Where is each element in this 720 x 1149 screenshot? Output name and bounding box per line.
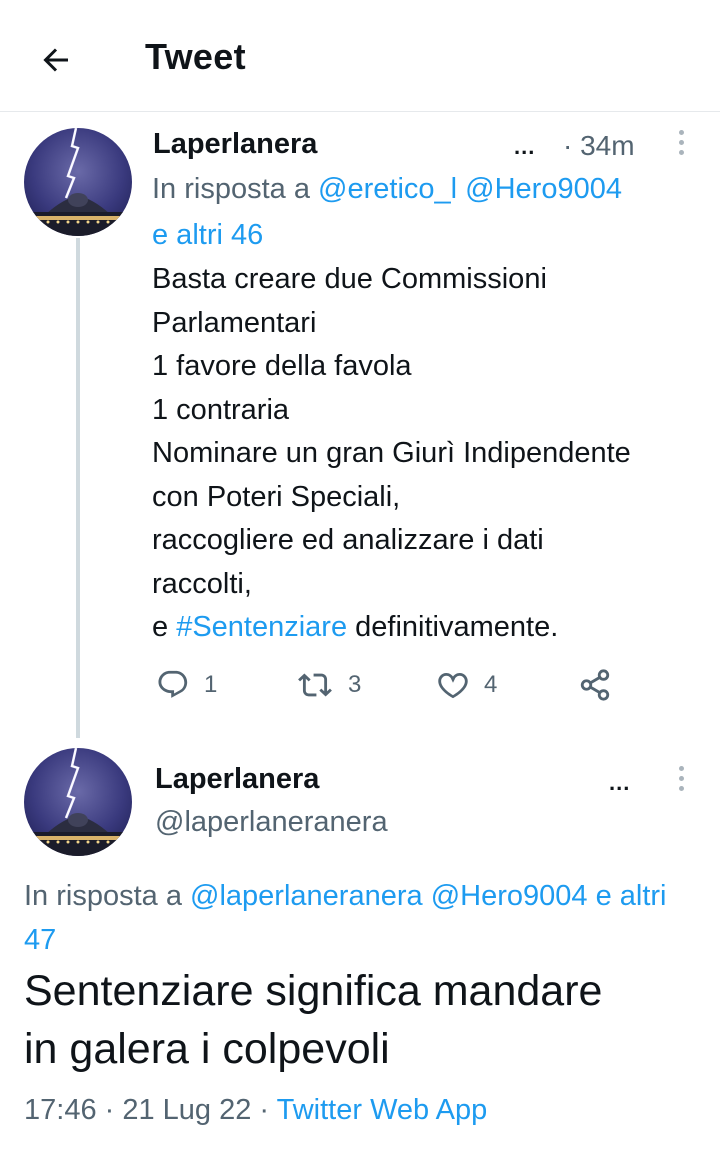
retweet-button[interactable]: 3 — [296, 662, 361, 708]
tweet-text-line: Sentenziare significa mandare — [24, 967, 603, 1015]
reply-button[interactable]: 1 — [156, 662, 217, 708]
text-fragment: definitivamente. — [347, 611, 559, 643]
kebab-icon[interactable] — [673, 130, 689, 160]
author-name[interactable]: Laperlanera — [153, 128, 317, 161]
reply-count: 1 — [204, 671, 218, 698]
mention-link[interactable]: @Hero9004 — [465, 173, 622, 205]
avatar[interactable] — [24, 748, 132, 856]
mention-link[interactable]: @Hero9004 — [431, 880, 588, 912]
tweet-text-line: e #Sentenziare definitivamente. — [152, 606, 712, 650]
share-button[interactable] — [578, 662, 626, 708]
back-button[interactable] — [32, 36, 80, 84]
tweet-text: Basta creare due Commissioni Parlamentar… — [152, 258, 712, 650]
tweet-timestamp: 17:46 · 21 Lug 22 · — [24, 1094, 277, 1126]
reply-context: In risposta a @laperlaneranera @Hero9004… — [24, 874, 704, 962]
top-bar: Tweet — [0, 0, 720, 112]
tweet-metadata: 17:46 · 21 Lug 22 · Twitter Web App — [24, 1094, 487, 1127]
tweet-actions: 1 3 4 — [150, 662, 710, 708]
back-arrow-icon — [43, 48, 68, 72]
kebab-icon[interactable] — [673, 766, 689, 796]
tweet-text-line: Nominare un gran Giurì Indipendente — [152, 437, 631, 469]
hashtag-link[interactable]: #Sentenziare — [176, 611, 347, 643]
author-name[interactable]: Laperlanera — [155, 763, 319, 796]
tweet-text-line: in galera i colpevoli — [24, 1025, 390, 1073]
tweet-text-line: raccolti, — [152, 567, 252, 600]
others-link[interactable]: e altri 46 — [152, 219, 263, 251]
retweet-count: 3 — [348, 671, 362, 698]
mention-link[interactable]: @laperlaneranera — [190, 880, 423, 912]
tweet-text-line: 1 contraria — [152, 393, 290, 426]
more-indicator: ... — [609, 770, 631, 795]
reply-prefix: In risposta a — [24, 880, 191, 912]
source-link[interactable]: Twitter Web App — [277, 1094, 488, 1126]
page-title: Tweet — [145, 36, 246, 77]
reply-icon — [158, 670, 188, 698]
tweet-text-line: Basta creare due Commissioni — [152, 263, 547, 295]
tweet-time: · 34m — [563, 130, 635, 161]
tweet-text: Sentenziare significa mandare in galera … — [24, 962, 704, 1078]
like-button[interactable]: 4 — [436, 662, 497, 708]
tweet-text-line: 1 favore della favola — [152, 350, 412, 382]
like-icon — [438, 672, 468, 699]
author-handle[interactable]: @laperlaneranera — [155, 806, 388, 839]
tweet-text-line: Parlamentari — [152, 306, 317, 339]
tweet-text-line: raccogliere ed analizzare i dati — [152, 524, 544, 556]
reply-prefix: In risposta a — [152, 173, 319, 205]
more-indicator: ... — [514, 134, 536, 159]
text-fragment: e — [152, 611, 177, 643]
reply-context: In risposta a @eretico_l @Hero9004 e alt… — [152, 166, 712, 258]
tweet-text-line: con Poteri Speciali, — [152, 480, 401, 513]
avatar[interactable] — [24, 128, 132, 236]
retweet-icon — [298, 673, 332, 697]
like-count: 4 — [484, 671, 498, 698]
share-icon — [580, 669, 610, 701]
mention-link[interactable]: @eretico_l — [318, 173, 457, 205]
thread-connector-line — [76, 238, 80, 738]
